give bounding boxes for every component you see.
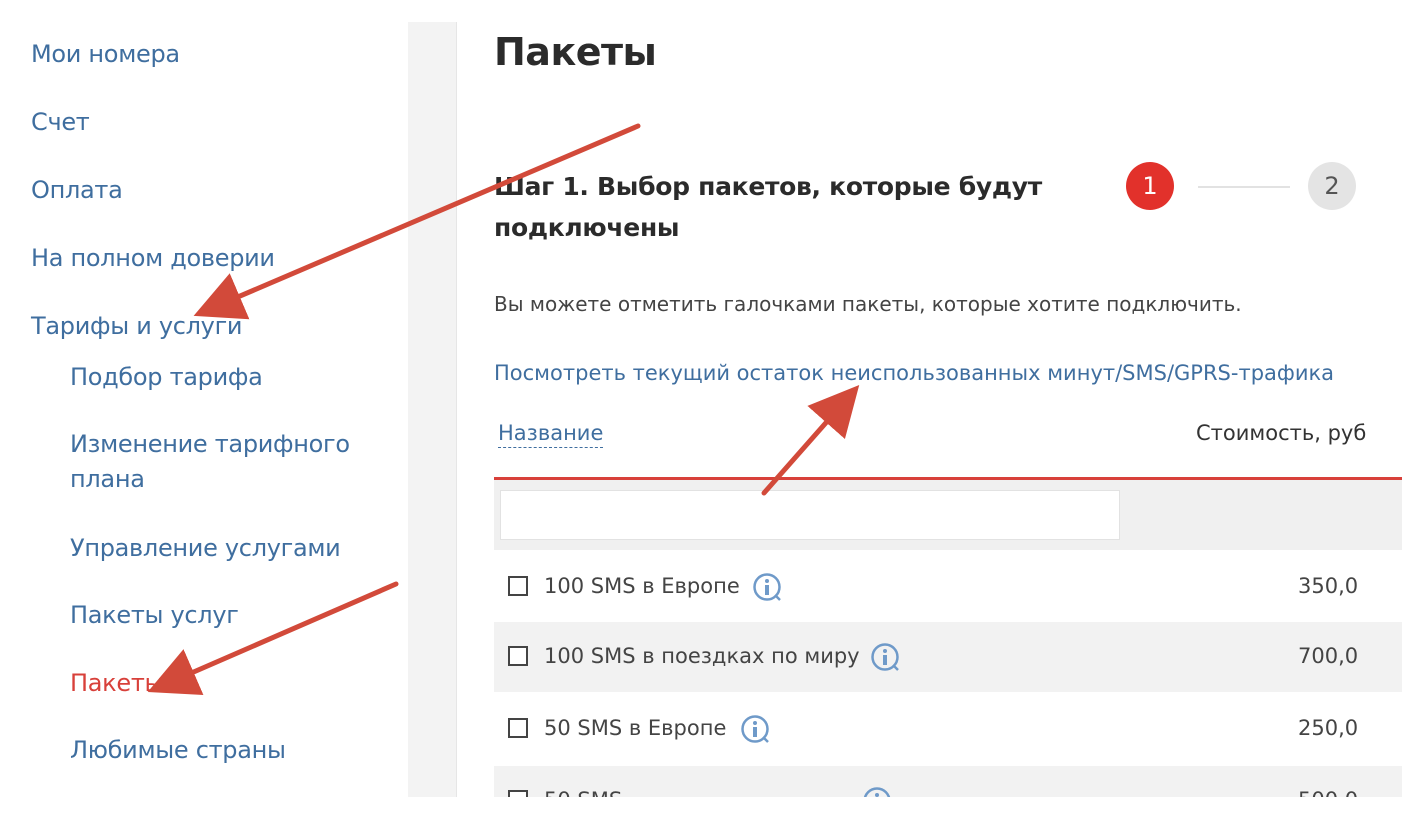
package-price: 250,0 — [1298, 716, 1359, 740]
bottom-crop-mask — [0, 797, 1402, 830]
selection-hint: Вы можете отметить галочками пакеты, кот… — [494, 292, 1242, 316]
step-connector — [1198, 186, 1290, 188]
sidebar-item-my-numbers[interactable]: Мои номера — [31, 40, 180, 68]
info-icon[interactable] — [740, 714, 770, 744]
sidebar-item-tariffs-services[interactable]: Тарифы и услуги — [31, 312, 242, 340]
package-checkbox[interactable] — [508, 576, 528, 596]
step-indicator-1: 1 — [1126, 162, 1174, 210]
package-checkbox[interactable] — [508, 646, 528, 666]
remaining-balance-link[interactable]: Посмотреть текущий остаток неиспользован… — [494, 361, 1334, 385]
column-header-name[interactable]: Название — [498, 421, 604, 448]
package-name: 100 SMS в поездках по миру — [544, 644, 860, 668]
package-price: 700,0 — [1298, 644, 1359, 668]
package-price: 350,0 — [1298, 574, 1359, 598]
step-indicator-2: 2 — [1308, 162, 1356, 210]
step-title: Шаг 1. Выбор пакетов, которые будут подк… — [494, 172, 1042, 242]
sidebar-item-full-trust[interactable]: На полном доверии — [31, 244, 275, 272]
sidebar-subitem-service-packages[interactable]: Пакеты услуг — [70, 598, 239, 633]
info-icon[interactable] — [752, 572, 782, 602]
column-header-cost: Стоимость, руб — [1196, 421, 1367, 445]
filter-input[interactable] — [500, 490, 1120, 540]
table-row: 50 SMS в Европе 250,0 — [494, 694, 1402, 764]
sidebar: Мои номера Счет Оплата На полном доверии… — [0, 0, 408, 830]
package-checkbox[interactable] — [508, 718, 528, 738]
main-content: Пакеты Шаг 1. Выбор пакетов, которые буд… — [456, 0, 1402, 830]
package-name: 50 SMS в Европе — [544, 716, 727, 740]
sidebar-divider — [408, 22, 457, 797]
sidebar-item-payment[interactable]: Оплата — [31, 176, 123, 204]
sidebar-subitem-manage-services[interactable]: Управление услугами — [70, 531, 341, 566]
package-name: 100 SMS в Европе — [544, 574, 740, 598]
sidebar-subitem-change-tariff[interactable]: Изменение тарифного плана — [70, 427, 360, 497]
sidebar-subitem-favorite-countries[interactable]: Любимые страны — [70, 733, 286, 768]
table-row: 100 SMS в поездках по миру 700,0 — [494, 622, 1402, 692]
sidebar-subitem-packages[interactable]: Пакеты — [70, 666, 163, 701]
page-title: Пакеты — [494, 30, 657, 74]
table-row: 100 SMS в Европе 350,0 — [494, 552, 1402, 622]
sidebar-item-account[interactable]: Счет — [31, 108, 90, 136]
sidebar-subitem-tariff-selection[interactable]: Подбор тарифа — [70, 360, 263, 395]
info-icon[interactable] — [870, 642, 900, 672]
